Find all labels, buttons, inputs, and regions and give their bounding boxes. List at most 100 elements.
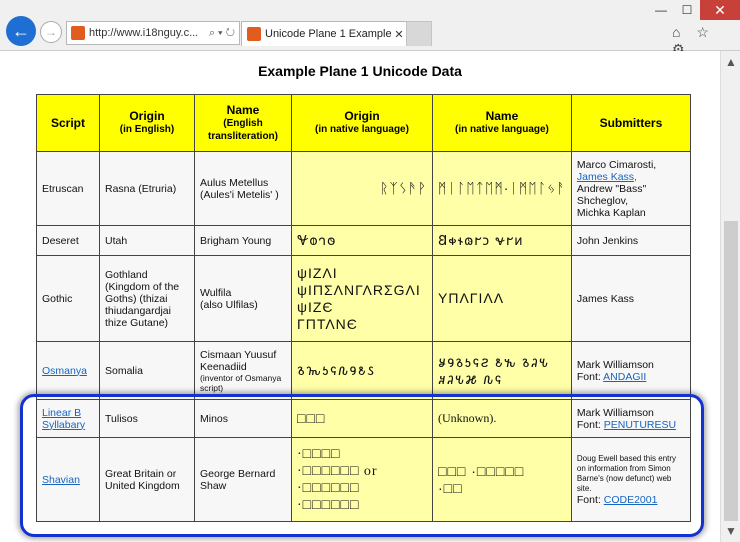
- cell-origin-native: □□□: [291, 399, 433, 438]
- header-origin-english: Origin (in English): [99, 94, 195, 152]
- scroll-down-icon[interactable]: ▼: [721, 524, 740, 538]
- native-text: ΥΠΛΓΙΛΛ: [438, 290, 505, 306]
- name-text: Cismaan Yuusuf Keenadiid: [200, 348, 277, 373]
- font-label: Font:: [576, 418, 601, 431]
- cell-origin: Gothland (Kingdom of the Goths) (thizai …: [99, 255, 195, 342]
- cell-name-native: 𐐒𐑉𐐮𐑀𐐲𐑋 𐐷𐐲𐑍: [432, 225, 572, 256]
- header-origin-native-sub: (in native language): [315, 124, 409, 135]
- page-title: Example Plane 1 Unicode Data: [258, 63, 462, 79]
- tab-close-icon[interactable]: ✕: [392, 28, 406, 41]
- cell-origin: Utah: [99, 225, 195, 256]
- cell-name: Cismaan Yuusuf Keenadiid (inventor of Os…: [194, 341, 292, 400]
- cell-name-native: 𐒋𐒘𐒈𐒑𐒛𐒒 𐒕𐒓 𐒈𐒚𐒍 𐒏𐒚𐒍𐒎 𐒐𐒛: [432, 341, 572, 400]
- cell-origin: Somalia: [99, 341, 195, 400]
- native-text: □□□: [297, 410, 326, 426]
- cell-origin-native: ψΙΖΛΙ ψΙΠΣΛΝΓΛRΣGΛΙ ψΙΖЄ ΓΠΤΛΝЄ: [291, 255, 433, 342]
- font-line: Font: ANDAGII: [577, 371, 685, 383]
- header-name-english-label: Name: [226, 102, 260, 117]
- minimize-button[interactable]: —: [648, 0, 674, 20]
- submitter-text: Mark Williamson: [576, 406, 654, 419]
- cell-origin-native: 𐒈𐒝𐒑𐒛𐒐𐒘𐒕𐒖: [291, 341, 433, 400]
- header-submitters: Submitters: [570, 94, 692, 152]
- native-text: ᛗᛁᛚᛖᛏᛖᛗ·ᛁᛗᛖᛚᛃᚨ: [438, 180, 566, 196]
- font-line: Font: PENUTURESU: [577, 419, 685, 431]
- address-text[interactable]: http://www.i18nguy.c...: [89, 27, 209, 39]
- submitter-link[interactable]: James Kass,: [577, 171, 637, 183]
- native-text: 𐐒𐑉𐐮𐑀𐐲𐑋 𐐷𐐲𐑍: [438, 232, 524, 248]
- cell-name-native: ΥΠΛΓΙΛΛ: [432, 255, 572, 342]
- font-link[interactable]: PENUTURESU: [604, 419, 676, 431]
- submitter-text: Marco Cimarosti,: [576, 158, 657, 171]
- header-name-native-label: Name: [485, 109, 519, 123]
- cell-origin: Tulisos: [99, 399, 195, 438]
- cell-script: Etruscan: [36, 151, 100, 226]
- page-content: Example Plane 1 Unicode Data Script Orig…: [0, 51, 720, 542]
- cell-submitters: James Kass: [570, 255, 692, 342]
- table-row: Linear B Syllabary Tulisos Minos □□□ (Un…: [36, 399, 692, 438]
- native-text: ᚱᛉᛊᚫᚹ: [380, 180, 427, 196]
- script-link-osmanya[interactable]: Osmanya: [42, 365, 87, 377]
- cell-script: Linear B Syllabary: [36, 399, 100, 438]
- font-link[interactable]: ANDAGII: [603, 371, 646, 383]
- table-row: Osmanya Somalia Cismaan Yuusuf Keenadiid…: [36, 341, 692, 400]
- back-icon[interactable]: ←: [6, 16, 36, 46]
- cell-origin: Great Britain or United Kingdom: [99, 437, 195, 522]
- header-origin-english-sub: (in English): [119, 124, 175, 135]
- maximize-button[interactable]: ☐: [674, 0, 700, 20]
- vertical-scrollbar[interactable]: ▲ ▼: [720, 51, 740, 542]
- script-link-linear-b[interactable]: Linear B Syllabary: [42, 407, 85, 431]
- name-note: (inventor of Osmanya script): [200, 372, 282, 393]
- cell-name: Minos: [194, 399, 292, 438]
- address-bar[interactable]: http://www.i18nguy.c... ⌕ ▾ ↻: [66, 21, 240, 45]
- native-text: 𐐏𐐭𐐻𐐫: [297, 232, 337, 248]
- cell-script: Shavian: [36, 437, 100, 522]
- table-row: Deseret Utah Brigham Young 𐐏𐐭𐐻𐐫 𐐒𐑉𐐮𐑀𐐲𐑋 𐐷…: [36, 225, 692, 256]
- font-link[interactable]: CODE2001: [604, 494, 658, 506]
- native-text: 𐒈𐒝𐒑𐒛𐒐𐒘𐒕𐒖: [297, 362, 376, 378]
- browser-window: — ☐ ✕ ← → http://www.i18nguy.c... ⌕ ▾ ↻ …: [0, 0, 740, 542]
- header-name-english: Name (English transliteration): [194, 94, 292, 152]
- header-origin-english-label: Origin: [129, 109, 165, 123]
- cell-origin-native: ᚱᛉᛊᚫᚹ: [291, 151, 433, 226]
- cell-origin-native: ·□□□□ ·□□□□□□ or ·□□□□□□ ·□□□□□□: [291, 437, 433, 522]
- forward-icon[interactable]: →: [40, 21, 62, 43]
- header-name-native: Name (in native language): [432, 94, 572, 152]
- tab-unicode-plane1[interactable]: Unicode Plane 1 Example U... ✕: [241, 21, 407, 46]
- script-link-shavian[interactable]: Shavian: [42, 474, 80, 486]
- native-text: (Unknown).: [438, 411, 497, 425]
- native-text: ·□□□□□□ or: [297, 463, 378, 479]
- table-row: Shavian Great Britain or United Kingdom …: [36, 437, 692, 522]
- scroll-up-icon[interactable]: ▲: [721, 55, 740, 69]
- cell-name-native: (Unknown).: [432, 399, 572, 438]
- name-text: Wulfila: [200, 286, 232, 299]
- unicode-data-table: Script Origin (in English) Name (English…: [36, 94, 692, 522]
- header-name-native-sub: (in native language): [454, 124, 549, 135]
- header-script: Script: [36, 94, 100, 152]
- scroll-thumb[interactable]: [724, 221, 738, 521]
- cell-name: Aulus Metellus (Aules'i Metelis' ): [194, 151, 292, 226]
- site-favicon-icon: [71, 26, 85, 40]
- native-text: ·□□□□: [297, 446, 341, 462]
- native-text: ψΙΠΣΛΝΓΛRΣGΛΙ: [297, 281, 421, 298]
- new-tab-button[interactable]: [406, 21, 432, 46]
- cell-submitters: Marco Cimarosti, James Kass, Andrew "Bas…: [570, 151, 692, 226]
- submitter-text: Andrew "Bass" Shcheglov,: [576, 182, 647, 207]
- cell-name-native: ᛗᛁᛚᛖᛏᛖᛗ·ᛁᛗᛖᛚᛃᚨ: [432, 151, 572, 226]
- cell-name: Brigham Young: [194, 225, 292, 256]
- address-actions-icon[interactable]: ⌕ ▾ ↻: [209, 27, 235, 40]
- native-text: ψΙΖΛΙ: [297, 264, 338, 281]
- table-row: Gothic Gothland (Kingdom of the Goths) (…: [36, 255, 692, 342]
- cell-name: Wulfila (also Ulfilas): [194, 255, 292, 342]
- close-window-button[interactable]: ✕: [700, 0, 740, 20]
- cell-script: Gothic: [36, 255, 100, 342]
- native-text: 𐒋𐒘𐒈𐒑𐒛𐒒 𐒕𐒓 𐒈𐒚𐒍: [438, 353, 550, 370]
- native-text: 𐒏𐒚𐒍𐒎 𐒐𐒛: [438, 370, 503, 387]
- native-text: ·□□□□□□: [297, 480, 360, 496]
- cell-origin: Rasna (Etruria): [99, 151, 195, 226]
- cell-submitters: John Jenkins: [570, 225, 692, 256]
- submitter-text: Mark Williamson: [576, 358, 654, 371]
- table-header-row: Script Origin (in English) Name (English…: [36, 94, 692, 152]
- cell-name: George Bernard Shaw: [194, 437, 292, 522]
- native-text: □□□ ·□□□□□: [438, 462, 525, 479]
- font-label: Font:: [576, 370, 601, 383]
